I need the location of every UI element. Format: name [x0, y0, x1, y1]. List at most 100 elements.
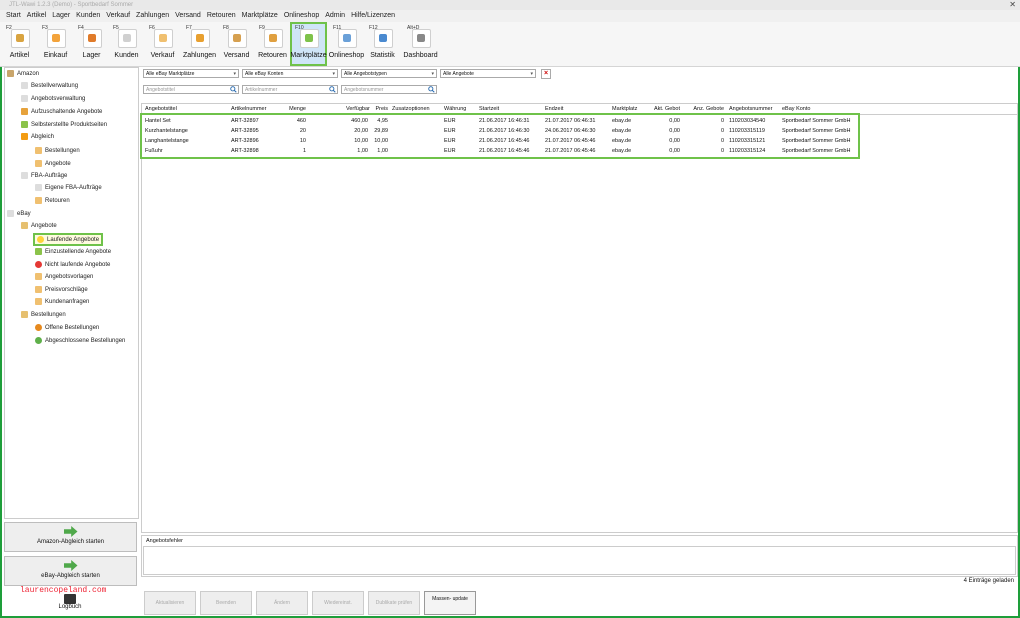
toolbar-button-7[interactable]: F9 Retouren: [256, 24, 289, 64]
table-cell: Kurzhantelstange: [145, 128, 188, 134]
amazon-sync-button[interactable]: Amazon-Abgleich starten: [4, 522, 137, 552]
menu-item-7[interactable]: Retouren: [207, 10, 236, 22]
action-button[interactable]: Massen- update: [424, 591, 476, 615]
column-header[interactable]: Zusatzoptionen: [392, 106, 430, 112]
module-icon-fill: [196, 34, 204, 42]
search-icon: [329, 86, 336, 93]
account-select[interactable]: Alle eBay Konten ▾: [242, 69, 338, 78]
table-cell: 10,00: [374, 138, 388, 144]
action-button[interactable]: Ändern: [256, 591, 308, 615]
menu-item-1[interactable]: Artikel: [27, 10, 46, 22]
tree-item[interactable]: Amazon: [7, 70, 39, 77]
tree-item[interactable]: Angebote: [21, 222, 57, 229]
offer-number-search-input[interactable]: Angebotsnummer: [341, 85, 437, 94]
column-header[interactable]: Startzeit: [479, 106, 499, 112]
title-search-input[interactable]: Angebotstitel: [143, 85, 239, 94]
tree-item[interactable]: Bestellverwaltung: [21, 82, 78, 89]
table-cell: 110203315119: [729, 128, 765, 134]
tree-node-icon: [7, 70, 14, 77]
toolbar-button-11[interactable]: Alt+D Dashboard: [403, 24, 437, 64]
toolbar-button-1[interactable]: F3 Einkauf: [39, 24, 72, 64]
toolbar-button-10[interactable]: F12 Statistik: [366, 24, 399, 64]
main-toolbar: F2 Artikel F3 Einkauf F4 Lager F5 Kunden F6 Verka…: [0, 22, 1020, 67]
tree-item[interactable]: eBay: [7, 210, 31, 217]
menu-item-8[interactable]: Marktplätze: [242, 10, 278, 22]
menu-item-2[interactable]: Lager: [52, 10, 70, 22]
tree-item[interactable]: Bestellungen: [21, 311, 66, 318]
menu-item-11[interactable]: Hilfe/Lizenzen: [351, 10, 395, 22]
toolbar-button-3[interactable]: F5 Kunden: [110, 24, 143, 64]
table-row[interactable]: Langhantelstange ART-32896 10 10,00 10,00 EUR…: [142, 136, 1017, 144]
column-header[interactable]: eBay Konto: [782, 106, 810, 112]
table-row[interactable]: Hantel Set ART-32897 460 460,00 4,95 EUR 21.06…: [142, 116, 1017, 124]
table-header: Angebotstitel Artikelnummer Menge Verfügbar…: [142, 104, 1017, 115]
tree-item[interactable]: Angebotsverwaltung: [21, 95, 85, 102]
toolbar-button-0[interactable]: F2 Artikel: [3, 24, 36, 64]
menu-item-10[interactable]: Admin: [325, 10, 345, 22]
column-header[interactable]: Verfügbar: [346, 106, 370, 112]
menu-item-5[interactable]: Zahlungen: [136, 10, 169, 22]
marketplace-select[interactable]: Alle eBay Marktplätze ▾: [143, 69, 239, 78]
table-cell: 0: [720, 118, 724, 124]
tree-item[interactable]: Preisvorschläge: [35, 286, 88, 293]
toolbar-button-4[interactable]: F6 Verkauf: [146, 24, 179, 64]
tree-item[interactable]: Nicht laufende Angebote: [35, 261, 110, 268]
ebay-sync-button[interactable]: eBay-Abgleich starten: [4, 556, 137, 586]
logbook-button[interactable]: Logbuch: [40, 594, 100, 610]
column-header[interactable]: Anz. Gebote: [692, 106, 724, 112]
toolbar-button-8[interactable]: F10 Marktplätze: [290, 22, 327, 66]
tree-item[interactable]: Angebotsvorlagen: [35, 273, 93, 280]
action-button[interactable]: Aktualisieren: [144, 591, 196, 615]
tree-node-icon: [21, 95, 28, 102]
tree-item[interactable]: Eigene FBA-Aufträge: [35, 184, 102, 191]
column-header[interactable]: Marktplatz: [612, 106, 637, 112]
table-row[interactable]: Fußuhr ART-32898 1 1,00 1,00 EUR 21.06.2017 16…: [142, 146, 1017, 154]
tree-item[interactable]: Laufende Angebote: [32, 232, 104, 247]
offer-filter-select[interactable]: Alle Angebote ▾: [440, 69, 536, 78]
tree-node-icon: [21, 108, 28, 115]
toolbar-button-6[interactable]: F8 Versand: [220, 24, 253, 64]
tree-item[interactable]: Selbsterstellte Produktseiten: [21, 121, 107, 128]
book-icon: [64, 594, 76, 604]
toolbar-button-5[interactable]: F7 Zahlungen: [183, 24, 216, 64]
tree-item[interactable]: Abgleich: [21, 133, 54, 140]
tree-item[interactable]: Offene Bestellungen: [35, 324, 99, 331]
tree-item[interactable]: Einzustellende Angebote: [35, 248, 111, 255]
column-header[interactable]: Währung: [444, 106, 466, 112]
menu-item-6[interactable]: Versand: [175, 10, 201, 22]
table-row[interactable]: Kurzhantelstange ART-32895 20 20,00 29,89 EUR…: [142, 126, 1017, 134]
column-header[interactable]: Menge: [288, 106, 306, 112]
tree-node-icon: [37, 236, 44, 243]
clear-filter-button[interactable]: ×: [541, 69, 551, 79]
column-header[interactable]: Preis: [374, 106, 388, 112]
tree-item[interactable]: Aufzuschaltende Angebote: [21, 108, 102, 115]
column-header[interactable]: Endzeit: [545, 106, 563, 112]
action-button[interactable]: Wiedereinst.: [312, 591, 364, 615]
column-header[interactable]: Akt. Gebot: [652, 106, 680, 112]
toolbar-button-2[interactable]: F4 Lager: [75, 24, 108, 64]
tree-item[interactable]: Kundenanfragen: [35, 298, 89, 305]
menu-item-0[interactable]: Start: [6, 10, 21, 22]
tree-item[interactable]: FBA-Aufträge: [21, 172, 67, 179]
offer-type-select[interactable]: Alle Angebotstypen ▾: [341, 69, 437, 78]
column-header[interactable]: Artikelnummer: [231, 106, 266, 112]
menu-item-3[interactable]: Kunden: [76, 10, 100, 22]
table-cell: 21.07.2017 06:46:31: [545, 118, 596, 124]
menu-item-9[interactable]: Onlineshop: [284, 10, 319, 22]
search-icon: [230, 86, 237, 93]
close-icon[interactable]: ✕: [1009, 0, 1016, 10]
toolbar-button-9[interactable]: F11 Onlineshop: [329, 24, 364, 64]
tree-node-icon: [35, 147, 42, 154]
column-header[interactable]: Angebotstitel: [145, 106, 177, 112]
action-button[interactable]: Beenden: [200, 591, 252, 615]
tree-item[interactable]: Abgeschlossene Bestellungen: [35, 337, 125, 344]
menu-item-4[interactable]: Verkauf: [106, 10, 130, 22]
tree-item[interactable]: Retouren: [35, 197, 70, 204]
sku-search-input[interactable]: Artikelnummer: [242, 85, 338, 94]
tree-item[interactable]: Bestellungen: [35, 147, 80, 154]
tree-item[interactable]: Angebote: [35, 160, 71, 167]
column-header[interactable]: Angebotsnummer: [729, 106, 772, 112]
table-cell: 460: [296, 118, 306, 124]
action-button[interactable]: Dublikate prüfen: [368, 591, 420, 615]
module-icon-fill: [52, 34, 60, 42]
